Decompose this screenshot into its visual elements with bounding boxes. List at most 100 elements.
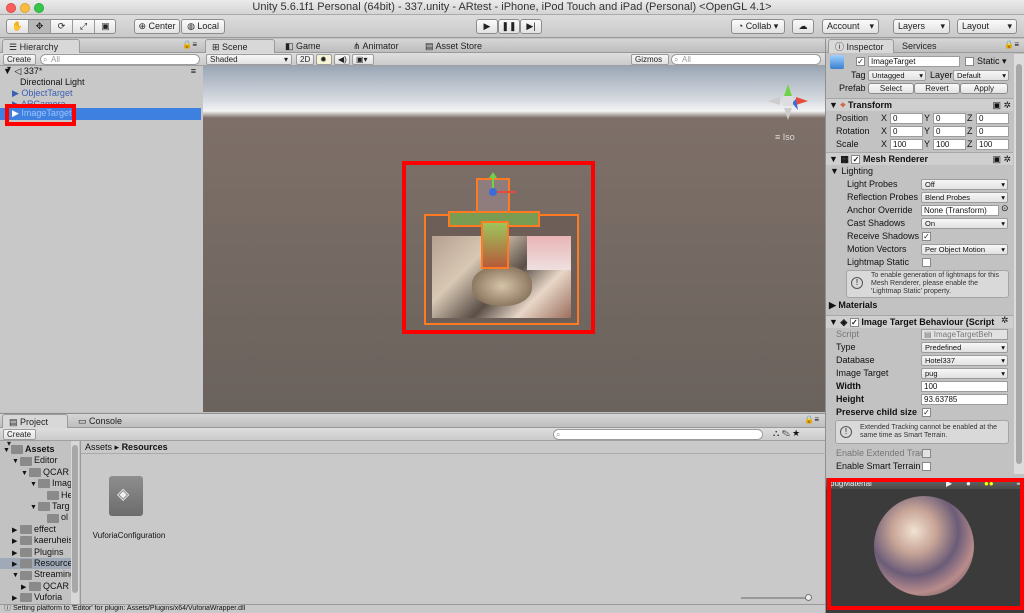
scale-tool-icon[interactable]: ⤢ — [73, 20, 95, 33]
cloud-button[interactable]: ☁ — [792, 19, 814, 34]
prefab-revert-button[interactable]: Revert — [914, 83, 960, 94]
rotate-tool-icon[interactable]: ⟳ — [51, 20, 73, 33]
tree-item[interactable]: ▶ QCAR — [0, 581, 71, 592]
lighting-toggle[interactable]: ✹ — [316, 54, 332, 65]
width-field[interactable]: 100 — [921, 381, 1008, 392]
tree-item[interactable]: ▼ Assets — [0, 444, 71, 455]
pivot-center-button[interactable]: ⊕ Center — [134, 19, 180, 34]
component-help-icon[interactable]: ▣ ✲ — [992, 153, 1011, 165]
shading-dropdown[interactable]: Shaded ▾ — [206, 54, 292, 65]
prefab-select-button[interactable]: Select — [868, 83, 914, 94]
tab-game[interactable]: ◧ Game — [279, 39, 327, 53]
hierarchy-item-directional-light[interactable]: Directional Light — [20, 77, 85, 88]
account-dropdown[interactable]: Account ▾ — [822, 19, 879, 34]
tree-item[interactable]: ▶ effect — [0, 524, 71, 535]
prefab-apply-button[interactable]: Apply — [960, 83, 1008, 94]
transform-position-x-field[interactable]: 0 — [890, 113, 923, 124]
transform-rotation-z-field[interactable]: 0 — [976, 126, 1009, 137]
unity-asset-icon[interactable]: ◈ — [109, 476, 143, 516]
hand-tool-icon[interactable]: ✋ — [7, 20, 29, 33]
tree-scrollbar[interactable] — [71, 441, 79, 605]
scrollbar-thumb[interactable] — [72, 445, 78, 593]
2d-toggle[interactable]: 2D — [296, 54, 314, 65]
panel-menu-icon[interactable]: 🔒≡ — [182, 40, 197, 49]
rect-tool-icon[interactable]: ▣ — [95, 20, 116, 33]
tab-scene[interactable]: ⊞ Scene — [205, 39, 275, 53]
zoom-slider[interactable] — [741, 594, 812, 601]
tab-console[interactable]: ▭ Console — [72, 414, 128, 428]
lightmap-static-checkbox[interactable] — [922, 258, 931, 267]
tree-item[interactable]: ▼ Imag — [0, 478, 72, 489]
scrollbar-thumb[interactable] — [1016, 64, 1022, 464]
create-dropdown[interactable]: Create ▾ — [3, 429, 36, 448]
expand-arrow-icon[interactable]: ▶ — [12, 593, 20, 604]
effects-dropdown[interactable]: ▣▾ — [352, 54, 374, 65]
tree-item[interactable]: ▶ Resources — [0, 558, 77, 570]
transform-scale-z-field[interactable]: 100 — [976, 139, 1009, 150]
collab-dropdown[interactable]: ◔ Collab ▾ — [731, 19, 785, 34]
tree-item[interactable]: ▶ Vuforia — [0, 592, 71, 603]
layers-dropdown[interactable]: Layers ▾ — [893, 19, 950, 34]
inspector-scrollbar[interactable] — [1014, 54, 1024, 474]
lighting-foldout[interactable]: ▼ Lighting — [830, 165, 873, 178]
type-dropdown[interactable]: Predefined ▾ — [921, 342, 1008, 353]
scene-row[interactable]: ▼ ◁ 337* ≡ — [3, 66, 200, 77]
tree-item[interactable]: ol — [0, 512, 71, 523]
transform-rotation-y-field[interactable]: 0 — [933, 126, 966, 137]
transform-scale-y-field[interactable]: 100 — [933, 139, 966, 150]
component-enabled-checkbox[interactable]: ✓ — [849, 318, 859, 328]
height-field[interactable]: 93.63785 — [921, 394, 1008, 405]
pause-button[interactable]: ❚❚ — [498, 19, 520, 34]
database-dropdown[interactable]: Hotel337 ▾ — [921, 355, 1008, 366]
tab-services[interactable]: Services — [896, 39, 943, 53]
panel-menu-icon[interactable]: 🔒≡ — [1004, 40, 1019, 49]
component-help-icon[interactable]: ▣ ✲ — [992, 99, 1011, 111]
hierarchy-item-object-target[interactable]: ▶ ObjectTarget — [12, 88, 72, 99]
mesh-renderer-header[interactable]: ▼ ▦ ✓ Mesh Renderer ▣ ✲ — [826, 152, 1013, 165]
tab-inspector[interactable]: ⓘ Inspector — [828, 39, 894, 53]
transform-scale-x-field[interactable]: 100 — [890, 139, 923, 150]
expand-arrow-icon[interactable]: ▼ — [12, 570, 20, 581]
reflection-probes-dropdown[interactable]: Blend Probes ▾ — [921, 192, 1008, 203]
tree-item[interactable]: He — [0, 490, 73, 501]
tree-item[interactable]: ▼ Targ — [0, 501, 71, 512]
smart-terrain-checkbox[interactable] — [922, 462, 931, 471]
anchor-override-field[interactable]: None (Transform) — [921, 205, 999, 216]
gizmos-dropdown[interactable]: Gizmos ▾ — [631, 54, 669, 73]
asset-label[interactable]: VuforiaConfiguration — [89, 531, 169, 540]
scene-search-input[interactable]: ⌕ All — [671, 54, 821, 65]
play-button[interactable]: ▶ — [476, 19, 498, 34]
expand-arrow-icon[interactable]: ▼ — [12, 456, 20, 467]
breadcrumb-assets[interactable]: Assets — [85, 442, 112, 452]
close-window-button[interactable] — [6, 3, 16, 13]
object-picker-icon[interactable]: ⊙ — [1001, 203, 1009, 214]
hierarchy-search-input[interactable]: ⌕ All — [40, 54, 200, 65]
tree-item[interactable]: ▶ Plugins — [0, 547, 71, 558]
pivot-local-button[interactable]: ◍ Local — [181, 19, 225, 34]
transform-position-z-field[interactable]: 0 — [976, 113, 1009, 124]
layout-dropdown[interactable]: Layout ▾ — [957, 19, 1017, 34]
object-name-field[interactable]: ImageTarget — [868, 56, 960, 67]
cast-shadows-dropdown[interactable]: On ▾ — [921, 218, 1008, 229]
tree-item[interactable]: ▼ Streaming — [0, 569, 75, 581]
layer-dropdown[interactable]: Default ▾ — [953, 70, 1009, 81]
tree-item[interactable]: ▼ QCAR — [0, 467, 71, 478]
expand-arrow-icon[interactable]: ▶ — [12, 536, 20, 547]
component-enabled-checkbox[interactable]: ✓ — [851, 155, 861, 165]
expand-arrow-icon[interactable]: ▶ — [21, 582, 29, 593]
tree-item[interactable]: ▼ Editor — [0, 455, 71, 466]
breadcrumb-resources[interactable]: Resources — [122, 442, 168, 452]
materials-foldout[interactable]: ▶ Materials — [829, 299, 877, 312]
filter-icons[interactable]: ⛬ ✎ ★ — [773, 428, 800, 439]
move-tool-icon[interactable]: ✥ — [29, 20, 51, 33]
expand-arrow-icon[interactable]: ▶ — [12, 559, 20, 570]
transform-header[interactable]: ▼ ⌖ Transform ▣ ✲ — [826, 98, 1013, 111]
audio-toggle[interactable]: ◀) — [334, 54, 350, 65]
light-probes-dropdown[interactable]: Off ▾ — [921, 179, 1008, 190]
expand-arrow-icon[interactable]: ▼ — [3, 445, 11, 456]
tree-item[interactable]: ▶ kaeruheis — [0, 535, 73, 547]
zoom-window-button[interactable] — [34, 3, 44, 13]
transform-rotation-x-field[interactable]: 0 — [890, 126, 923, 137]
expand-arrow-icon[interactable]: ▼ — [21, 468, 29, 479]
scene-menu-icon[interactable]: ≡ — [191, 66, 196, 77]
